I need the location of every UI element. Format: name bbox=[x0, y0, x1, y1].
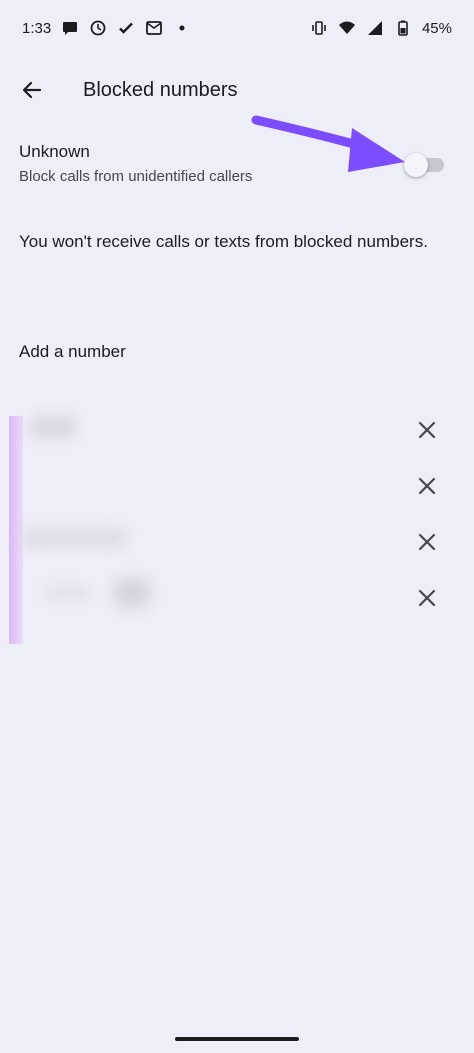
wifi-icon bbox=[338, 19, 356, 37]
remove-number-button[interactable] bbox=[410, 413, 444, 447]
close-icon bbox=[418, 533, 436, 551]
blocked-number-row bbox=[0, 570, 474, 626]
back-button[interactable] bbox=[8, 66, 56, 114]
check-icon bbox=[117, 19, 135, 37]
clock-icon bbox=[89, 19, 107, 37]
status-time: 1:33 bbox=[22, 19, 52, 37]
close-icon bbox=[418, 589, 436, 607]
battery-percentage: 45% bbox=[421, 19, 452, 37]
top-app-bar: Blocked numbers bbox=[0, 62, 474, 118]
remove-number-button[interactable] bbox=[410, 581, 444, 615]
blocked-number-row bbox=[0, 514, 474, 570]
blurred-number bbox=[114, 578, 150, 608]
page-title: Blocked numbers bbox=[83, 78, 238, 101]
close-icon bbox=[418, 477, 436, 495]
blocked-info-text: You won't receive calls or texts from bl… bbox=[19, 232, 428, 251]
blurred-number bbox=[22, 528, 126, 548]
battery-icon bbox=[394, 19, 412, 37]
arrow-back-icon bbox=[22, 81, 42, 99]
signal-icon bbox=[366, 19, 384, 37]
status-left: 1:33 bbox=[22, 19, 191, 37]
chat-bubble-icon bbox=[61, 19, 79, 37]
add-number-button[interactable]: Add a number bbox=[0, 330, 474, 374]
blocked-number-row bbox=[0, 402, 474, 458]
add-number-label: Add a number bbox=[19, 342, 126, 361]
gesture-nav-handle[interactable] bbox=[175, 1037, 299, 1041]
outlook-icon bbox=[145, 19, 163, 37]
close-icon bbox=[418, 421, 436, 439]
remove-number-button[interactable] bbox=[410, 469, 444, 503]
status-right: 45% bbox=[310, 19, 452, 37]
remove-number-button[interactable] bbox=[410, 525, 444, 559]
toggle-thumb bbox=[404, 153, 428, 177]
vibrate-icon bbox=[310, 19, 328, 37]
status-bar: 1:33 45% bbox=[0, 0, 474, 56]
unknown-callers-toggle[interactable] bbox=[404, 152, 444, 178]
unknown-callers-setting[interactable]: Unknown Block calls from unidentified ca… bbox=[0, 132, 474, 200]
dot-icon bbox=[173, 19, 191, 37]
blurred-number bbox=[30, 416, 76, 438]
blurred-number bbox=[44, 586, 90, 600]
blocked-number-row bbox=[0, 458, 474, 514]
